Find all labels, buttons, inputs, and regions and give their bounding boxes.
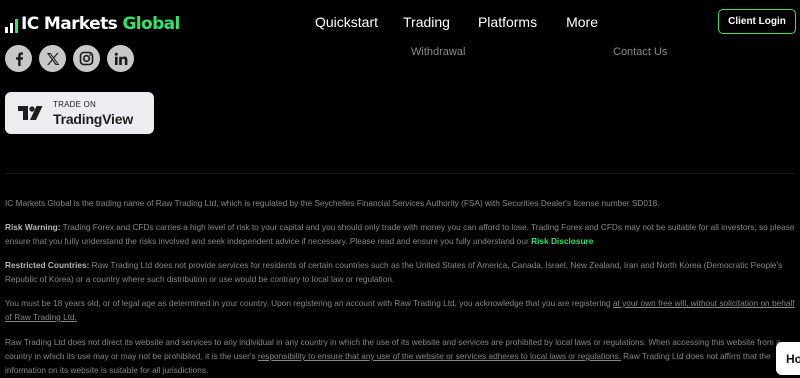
logo-text: IC Markets Global [21,16,180,33]
footer-link-withdrawal[interactable]: Withdrawal [411,46,465,58]
main-nav: Quickstart Trading Platforms More [315,14,622,30]
legal-restricted-countries: Restricted Countries: Raw Trading Ltd do… [5,258,800,286]
tradingview-icon [18,106,43,120]
legal-risk-warning: Risk Warning: Trading Forex and CFDs car… [5,220,800,248]
age-requirement-text: You must be 18 years old, or of legal ag… [5,298,613,308]
risk-warning-label: Risk Warning: [5,222,61,232]
risk-warning-text: Trading Forex and CFDs carries a high le… [5,222,795,246]
facebook-icon[interactable] [5,45,32,72]
legal-company-info: IC Markets Global is the trading name of… [5,198,660,208]
legal-jurisdiction: Raw Trading Ltd does not direct its webs… [5,335,800,377]
responsibility-link[interactable]: responsibility to ensure that any use of… [258,351,621,361]
legal-age-requirement: You must be 18 years old, or of legal ag… [5,296,800,324]
logo-text-accent: Global [122,14,180,34]
nav-item-trading[interactable]: Trading [403,14,450,30]
ic-markets-logo[interactable]: IC Markets Global [5,11,180,33]
tradingview-text: TRADE ON TradingView [53,99,134,127]
nav-item-platforms[interactable]: Platforms [478,14,537,30]
social-links [5,45,134,72]
chat-widget-label: Ho [786,351,800,366]
restricted-countries-label: Restricted Countries: [5,260,90,270]
linkedin-icon[interactable] [107,45,134,72]
logo-text-main: IC Markets [21,14,118,34]
site-header: IC Markets Global Quickstart Trading Pla… [0,0,800,44]
instagram-icon[interactable] [73,45,100,72]
risk-disclosure-link[interactable]: Risk Disclosure [531,236,593,246]
nav-item-more[interactable]: More [566,14,598,30]
chat-widget-button[interactable]: Ho [776,342,800,375]
logo-bars-icon [5,15,18,33]
tradingview-small-text: TRADE ON [53,99,96,109]
client-login-button[interactable]: Client Login [718,9,796,34]
tradingview-big-text: TradingView [53,110,134,127]
x-icon[interactable] [39,45,66,72]
nav-item-quickstart[interactable]: Quickstart [315,14,378,30]
restricted-countries-text: Raw Trading Ltd does not provide service… [5,260,783,284]
footer-link-contact-us[interactable]: Contact Us [613,46,667,58]
footer-divider [5,173,795,174]
tradingview-badge[interactable]: TRADE ON TradingView [5,92,154,134]
